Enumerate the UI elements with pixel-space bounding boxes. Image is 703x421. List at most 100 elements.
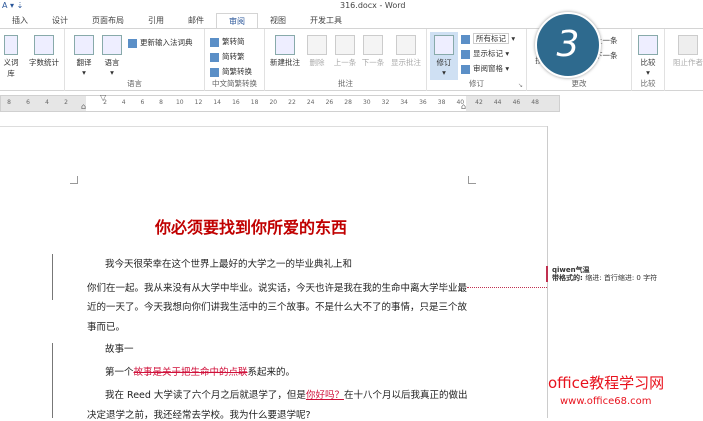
- group-label: 比较: [640, 79, 656, 88]
- block-authors-button[interactable]: 阻止作者: [668, 35, 703, 68]
- prev-comment-button[interactable]: 上一条: [331, 35, 359, 68]
- block-authors-icon: [678, 35, 698, 55]
- review-pane-icon: [461, 64, 470, 74]
- ruler-tick-label: 28: [344, 99, 352, 106]
- ruler-tick-label: 46: [512, 99, 521, 106]
- dialog-launcher-icon[interactable]: ↘: [518, 82, 523, 89]
- group-label: 中文简繁转换: [212, 79, 257, 88]
- ruler-tick-label: 22: [288, 99, 296, 106]
- show-comments-icon: [396, 35, 416, 55]
- compare-button[interactable]: 比较 ▾: [634, 35, 662, 77]
- text: 第一个: [105, 367, 134, 378]
- ruler-tick-label: 16: [232, 99, 240, 106]
- thesaurus-button[interactable]: 义词库: [0, 35, 22, 79]
- text: 我在 Reed 大学读了六个月之后就退学了，但是: [105, 390, 306, 401]
- thesaurus-icon: [4, 35, 18, 55]
- ruler-tick-label: 4: [45, 99, 49, 106]
- ruler-tick-label: 6: [26, 99, 30, 106]
- watermark-title: office教程学习网: [548, 374, 665, 392]
- tab-developer[interactable]: 开发工具: [298, 13, 354, 29]
- group-label: 更改: [571, 79, 587, 88]
- ruler-tick-label: 32: [381, 99, 390, 106]
- ruler-tick-label: 10: [175, 99, 184, 106]
- translate-button[interactable]: 翻译 ▾: [70, 35, 98, 77]
- group-proofing: 义词库 字数统计: [0, 29, 65, 91]
- new-comment-icon: [275, 35, 295, 55]
- track-changes-button[interactable]: 修订 ▾: [430, 32, 458, 80]
- ruler-tick-label: 42: [475, 99, 483, 106]
- compare-icon: [638, 35, 658, 55]
- show-markup-button[interactable]: 显示标记 ▾: [461, 48, 509, 59]
- ruler-tick-label: 8: [159, 99, 163, 106]
- convert-icon: [210, 67, 219, 77]
- tab-layout[interactable]: 页面布局: [80, 13, 136, 29]
- convert-button[interactable]: 简繁转换: [210, 66, 252, 77]
- change-bar: [52, 254, 53, 300]
- page-top-edge: [0, 126, 548, 127]
- next-comment-button[interactable]: 下一条: [359, 35, 387, 68]
- tab-insert[interactable]: 插入: [0, 13, 40, 29]
- tab-view[interactable]: 视图: [258, 13, 298, 29]
- change-bar: [52, 343, 53, 418]
- ruler-tick-label: 2: [64, 99, 68, 106]
- show-markup-icon: [461, 49, 470, 59]
- ruler-tick-label: 8: [7, 99, 11, 106]
- language-button[interactable]: 语言 ▾: [98, 35, 126, 77]
- group-label: 修订: [469, 79, 484, 88]
- delete-icon: [307, 35, 327, 55]
- ruler-tick-label: 38: [437, 99, 446, 106]
- paragraph-line: 近的一天了。今天我想向你们讲我生活中的三个故事。不是什么大不了的事情，只是三个故: [87, 302, 468, 313]
- word-count-button[interactable]: 字数统计: [24, 35, 64, 68]
- language-icon: [102, 35, 122, 55]
- margin-corner-mark: [70, 176, 78, 184]
- abc123-icon: [34, 35, 54, 55]
- track-changes-icon: [434, 35, 454, 55]
- s2t-icon: [210, 52, 219, 62]
- paragraph-line: 故事一: [105, 344, 134, 355]
- horizontal-ruler[interactable]: 8 6 4 2 2 4 6 8 10 12 14 16 18 20 22 24 26 28 30 32 34 36 38 40…: [0, 93, 560, 112]
- markup-dropdown[interactable]: 所有标记 ▾: [461, 33, 515, 44]
- group-compare: 比较 ▾ 比较: [632, 29, 665, 91]
- balloon-label: 带格式的:: [552, 274, 583, 282]
- tab-references[interactable]: 引用: [136, 13, 176, 29]
- window-title: 316.docx - Word: [340, 1, 406, 10]
- watermark-url: www.office68.com: [560, 396, 652, 407]
- tab-design[interactable]: 设计: [40, 13, 80, 29]
- deleted-text: 故事是关于把生命中的点联: [133, 367, 248, 378]
- ruler-tick-label: 44: [493, 99, 502, 106]
- review-pane-button[interactable]: 审阅窗格 ▾: [461, 63, 509, 74]
- markup-balloon[interactable]: qiwen气温 带格式的: 缩进: 首行缩进: 0 字符: [552, 266, 657, 282]
- inserted-text: 你好吗？: [305, 390, 344, 401]
- delete-comment-button[interactable]: 删除: [303, 35, 331, 68]
- tab-mailings[interactable]: 邮件: [176, 13, 216, 29]
- left-indent-marker[interactable]: ⌂: [81, 102, 86, 111]
- margin-corner-mark: [468, 176, 476, 184]
- balloon-detail: 缩进: 首行缩进: 0 字符: [585, 274, 658, 282]
- ruler-tick-label: 20: [269, 99, 278, 106]
- ruler-tick-label: 48: [531, 99, 539, 106]
- t2s-button[interactable]: 繁转简: [210, 36, 245, 47]
- first-line-indent-marker[interactable]: ▽: [100, 93, 106, 102]
- ruler-tick-label: 12: [194, 99, 203, 106]
- right-indent-marker[interactable]: ⌂: [461, 102, 466, 111]
- balloon-marker: [546, 266, 548, 282]
- step-badge: 3: [535, 12, 601, 78]
- group-label: 语言: [127, 79, 142, 88]
- ruler-tick-label: 18: [250, 99, 259, 106]
- s2t-button[interactable]: 简转繁: [210, 51, 245, 62]
- text: 系起来的。: [247, 367, 296, 378]
- tab-review[interactable]: 审阅: [216, 13, 258, 29]
- quick-access-icon[interactable]: A ▾ ⇣: [2, 1, 23, 10]
- ruler-tick-label: 36: [419, 99, 427, 106]
- ruler-tick-label: 26: [325, 99, 334, 106]
- update-ime-button[interactable]: 更新输入法词典: [128, 37, 193, 48]
- ribbon-tabs: 插入 设计 页面布局 引用 邮件 审阅 视图 开发工具: [0, 13, 703, 29]
- new-comment-button[interactable]: 新建批注: [267, 35, 303, 68]
- paragraph-line: 事而已。: [87, 322, 126, 333]
- t2s-icon: [210, 37, 219, 47]
- document-heading: 你必须要找到你所爱的东西: [155, 218, 348, 237]
- show-comments-button[interactable]: 显示批注: [387, 35, 425, 68]
- group-chinese-conversion: 繁转简 简转繁 简繁转换 中文简繁转换: [205, 29, 265, 91]
- ruler-tick-label: 6: [140, 99, 145, 106]
- ruler-tick-label: 14: [213, 99, 221, 106]
